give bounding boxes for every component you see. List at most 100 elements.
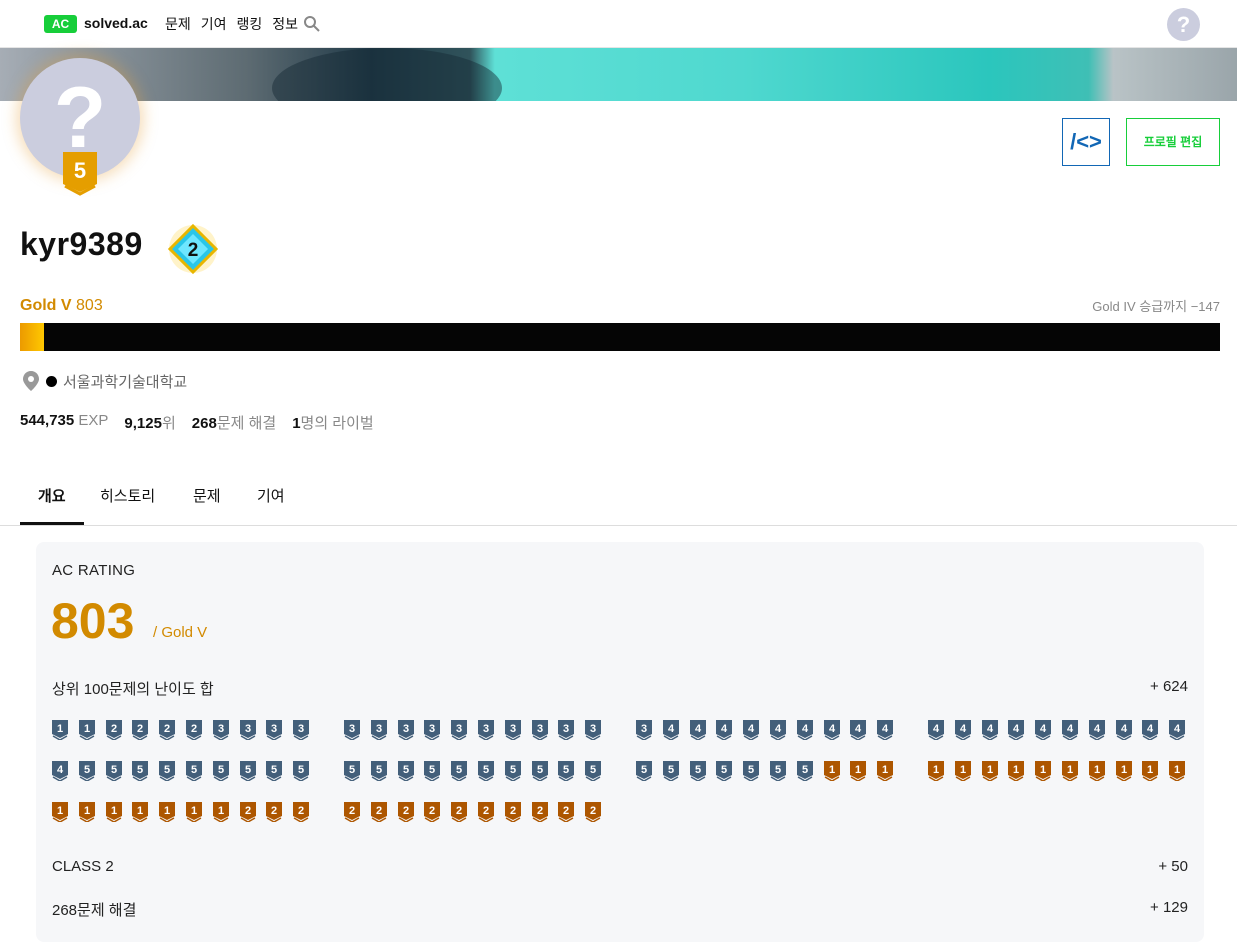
problem-tier-icon[interactable]: 1 bbox=[159, 802, 176, 822]
problem-tier-icon[interactable]: 1 bbox=[78, 802, 95, 822]
problem-tier-icon[interactable]: 5 bbox=[424, 761, 441, 781]
problem-tier-icon[interactable]: 5 bbox=[770, 761, 786, 781]
problem-tier-icon[interactable]: 5 bbox=[716, 761, 733, 781]
problem-tier-icon[interactable]: 1 bbox=[823, 761, 840, 781]
problem-tier-icon[interactable]: 3 bbox=[293, 720, 310, 740]
problem-tier-icon[interactable]: 3 bbox=[558, 720, 575, 740]
stat-rank[interactable]: 9,125위 bbox=[124, 412, 175, 433]
problem-tier-icon[interactable]: 5 bbox=[397, 761, 414, 781]
problem-tier-icon[interactable]: 3 bbox=[344, 720, 360, 740]
problem-tier-icon[interactable]: 4 bbox=[823, 720, 840, 740]
problem-tier-icon[interactable]: 4 bbox=[1169, 720, 1186, 740]
problem-tier-icon[interactable]: 5 bbox=[132, 761, 149, 781]
problem-tier-icon[interactable]: 1 bbox=[877, 761, 894, 781]
problem-tier-icon[interactable]: 4 bbox=[716, 720, 733, 740]
problem-tier-icon[interactable]: 2 bbox=[266, 802, 283, 822]
problem-tier-icon[interactable]: 4 bbox=[1142, 720, 1159, 740]
problem-tier-icon[interactable]: 4 bbox=[981, 720, 998, 740]
problem-tier-icon[interactable]: 2 bbox=[558, 802, 575, 822]
problem-tier-icon[interactable]: 5 bbox=[239, 761, 256, 781]
problem-tier-icon[interactable]: 1 bbox=[850, 761, 867, 781]
problem-tier-icon[interactable]: 2 bbox=[504, 802, 521, 822]
problem-tier-icon[interactable]: 4 bbox=[1088, 720, 1105, 740]
problem-tier-icon[interactable]: 2 bbox=[344, 802, 360, 822]
problem-tier-icon[interactable]: 1 bbox=[1142, 761, 1159, 781]
problem-tier-icon[interactable]: 4 bbox=[877, 720, 894, 740]
nav-link-problems[interactable]: 문제 bbox=[165, 14, 191, 34]
problem-tier-icon[interactable]: 3 bbox=[478, 720, 494, 740]
problem-tier-icon[interactable]: 3 bbox=[266, 720, 283, 740]
problem-tier-icon[interactable]: 3 bbox=[239, 720, 256, 740]
problem-tier-icon[interactable]: 2 bbox=[105, 720, 122, 740]
problem-tier-icon[interactable]: 3 bbox=[424, 720, 441, 740]
tab-problems[interactable]: 문제 bbox=[193, 485, 221, 506]
problem-tier-icon[interactable]: 1 bbox=[52, 720, 68, 740]
problem-tier-icon[interactable]: 1 bbox=[954, 761, 971, 781]
site-name[interactable]: solved.ac bbox=[84, 15, 148, 31]
problem-tier-icon[interactable]: 3 bbox=[397, 720, 414, 740]
problem-tier-icon[interactable]: 3 bbox=[636, 720, 652, 740]
problem-tier-icon[interactable]: 5 bbox=[662, 761, 679, 781]
problem-tier-icon[interactable]: 1 bbox=[1035, 761, 1052, 781]
stat-solved[interactable]: 268문제 해결 bbox=[192, 412, 276, 433]
problem-tier-icon[interactable]: 4 bbox=[850, 720, 867, 740]
nav-link-contribute[interactable]: 기여 bbox=[201, 14, 227, 34]
code-button[interactable]: /<> bbox=[1062, 118, 1110, 166]
problem-tier-icon[interactable]: 5 bbox=[293, 761, 310, 781]
problem-tier-icon[interactable]: 1 bbox=[1169, 761, 1186, 781]
problem-tier-icon[interactable]: 1 bbox=[132, 802, 149, 822]
problem-tier-icon[interactable]: 5 bbox=[159, 761, 176, 781]
problem-tier-icon[interactable]: 5 bbox=[743, 761, 760, 781]
nav-link-ranking[interactable]: 랭킹 bbox=[237, 14, 263, 34]
tab-contribution[interactable]: 기여 bbox=[257, 485, 285, 506]
problem-tier-icon[interactable]: 2 bbox=[239, 802, 256, 822]
problem-tier-icon[interactable]: 5 bbox=[186, 761, 202, 781]
problem-tier-icon[interactable]: 2 bbox=[132, 720, 149, 740]
school-name[interactable]: 서울과학기술대학교 bbox=[63, 371, 187, 392]
nav-link-info[interactable]: 정보 bbox=[272, 14, 298, 34]
problem-tier-icon[interactable]: 1 bbox=[1008, 761, 1025, 781]
problem-tier-icon[interactable]: 3 bbox=[585, 720, 602, 740]
problem-tier-icon[interactable]: 5 bbox=[689, 761, 706, 781]
problem-tier-icon[interactable]: 2 bbox=[186, 720, 202, 740]
problem-tier-icon[interactable]: 5 bbox=[504, 761, 521, 781]
problem-tier-icon[interactable]: 4 bbox=[1115, 720, 1132, 740]
problem-tier-icon[interactable]: 3 bbox=[531, 720, 548, 740]
problem-tier-icon[interactable]: 4 bbox=[743, 720, 760, 740]
problem-tier-icon[interactable]: 2 bbox=[531, 802, 548, 822]
problem-tier-icon[interactable]: 5 bbox=[636, 761, 652, 781]
problem-tier-icon[interactable]: 4 bbox=[1062, 720, 1078, 740]
problem-tier-icon[interactable]: 1 bbox=[1088, 761, 1105, 781]
tab-overview[interactable]: 개요 bbox=[38, 485, 66, 506]
problem-tier-icon[interactable]: 3 bbox=[504, 720, 521, 740]
edit-profile-button[interactable]: 프로필 편집 bbox=[1126, 118, 1220, 166]
logo-badge[interactable]: AC bbox=[44, 15, 77, 33]
problem-tier-icon[interactable]: 4 bbox=[52, 761, 68, 781]
problem-tier-icon[interactable]: 5 bbox=[105, 761, 122, 781]
problem-tier-icon[interactable]: 3 bbox=[212, 720, 229, 740]
problem-tier-icon[interactable]: 3 bbox=[370, 720, 387, 740]
problem-tier-icon[interactable]: 3 bbox=[451, 720, 468, 740]
problem-tier-icon[interactable]: 1 bbox=[105, 802, 122, 822]
problem-tier-icon[interactable]: 2 bbox=[585, 802, 602, 822]
tab-history[interactable]: 히스토리 bbox=[100, 485, 155, 506]
problem-tier-icon[interactable]: 2 bbox=[451, 802, 468, 822]
problem-tier-icon[interactable]: 2 bbox=[397, 802, 414, 822]
problem-tier-icon[interactable]: 1 bbox=[78, 720, 95, 740]
problem-tier-icon[interactable]: 5 bbox=[558, 761, 575, 781]
problem-tier-icon[interactable]: 4 bbox=[662, 720, 679, 740]
user-avatar[interactable]: ? bbox=[1167, 8, 1200, 41]
problem-tier-icon[interactable]: 5 bbox=[796, 761, 813, 781]
problem-tier-icon[interactable]: 4 bbox=[954, 720, 971, 740]
problem-tier-icon[interactable]: 4 bbox=[1035, 720, 1052, 740]
problem-tier-icon[interactable]: 5 bbox=[451, 761, 468, 781]
problem-tier-icon[interactable]: 4 bbox=[770, 720, 786, 740]
problem-tier-icon[interactable]: 4 bbox=[689, 720, 706, 740]
problem-tier-icon[interactable]: 2 bbox=[159, 720, 176, 740]
problem-tier-icon[interactable]: 2 bbox=[370, 802, 387, 822]
problem-tier-icon[interactable]: 5 bbox=[370, 761, 387, 781]
problem-tier-icon[interactable]: 1 bbox=[212, 802, 229, 822]
search-icon[interactable] bbox=[303, 15, 321, 33]
problem-tier-icon[interactable]: 4 bbox=[1008, 720, 1025, 740]
problem-tier-icon[interactable]: 1 bbox=[186, 802, 202, 822]
